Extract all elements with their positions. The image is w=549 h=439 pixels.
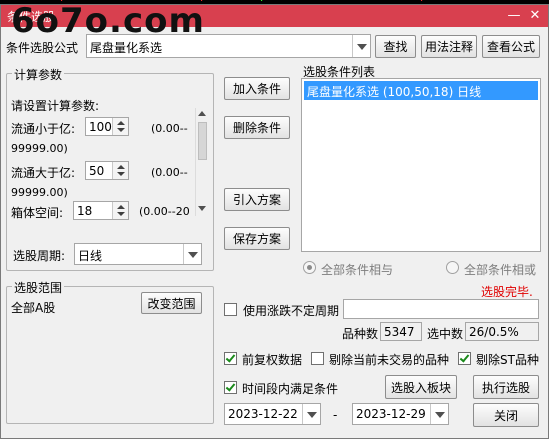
- condition-list-item[interactable]: 尾盘量化系选 (100,50,18) 日线: [304, 81, 538, 100]
- exclude-st-label: 剔除ST品种: [476, 353, 539, 367]
- title-bar[interactable]: 条件选股 6o7o.com — ✕: [1, 1, 548, 41]
- param-label-box-space: 箱体空间:: [11, 206, 64, 220]
- execute-pick-button[interactable]: 执行选股: [473, 375, 539, 399]
- param-value-float-lt: 100: [89, 120, 112, 134]
- condition-list[interactable]: 尾盘量化系选 (100,50,18) 日线: [301, 78, 541, 252]
- count-field: 5347: [380, 322, 422, 341]
- spin-down-icon[interactable]: [117, 128, 125, 132]
- param-spinner-float-lt[interactable]: [112, 118, 128, 135]
- param-input-box-space[interactable]: 18: [73, 201, 129, 220]
- param-range-float-gt: (0.00--: [151, 166, 188, 179]
- close-icon[interactable]: ✕: [524, 6, 546, 25]
- condition-stock-picker-dialog: 条件选股 6o7o.com — ✕ 条件选股公式 尾盘量化系选 查找 用法注释 …: [0, 1, 549, 439]
- end-date-dropdown[interactable]: [430, 404, 448, 424]
- formula-label: 条件选股公式: [6, 41, 79, 55]
- calc-params-title: 计算参数: [12, 66, 65, 83]
- add-condition-button[interactable]: 加入条件: [224, 77, 290, 100]
- formula-dropdown-button[interactable]: [352, 35, 370, 57]
- end-date-value: 2023-12-29: [356, 407, 426, 421]
- change-range-button[interactable]: 改变范围: [141, 292, 202, 314]
- selected-field: 26/0.5%: [465, 322, 539, 341]
- params-prompt: 请设置计算参数:: [11, 99, 100, 113]
- find-button[interactable]: 查找: [375, 35, 416, 58]
- condition-list-item-text: 尾盘量化系选 (100,50,18) 日线: [307, 85, 482, 99]
- chevron-down-icon: [307, 412, 317, 418]
- param-spinner-box-space[interactable]: [112, 202, 128, 219]
- exclude-untraded-label: 剔除当前未交易的品种: [329, 353, 450, 367]
- param-value-float-gt: 50: [89, 164, 105, 178]
- range-group-title: 选股范围: [12, 279, 65, 296]
- period-dropdown-button[interactable]: [183, 244, 201, 264]
- param-range2-float-gt: 99999.00): [11, 186, 68, 199]
- radio-all-and-label: 全部条件相与: [321, 263, 394, 277]
- spin-up-icon[interactable]: [117, 205, 125, 209]
- period-select[interactable]: 日线: [74, 243, 202, 265]
- params-scroll-thumb[interactable]: [198, 122, 207, 160]
- spin-down-icon[interactable]: [117, 212, 125, 216]
- exclude-st-checkbox[interactable]: [458, 352, 471, 365]
- chevron-down-icon: [188, 252, 198, 258]
- end-date-picker[interactable]: 2023-12-29: [352, 403, 449, 425]
- count-value: 5347: [384, 325, 415, 339]
- start-date-picker[interactable]: 2023-12-22: [224, 403, 321, 425]
- spin-down-icon[interactable]: [117, 172, 125, 176]
- param-input-float-lt[interactable]: 100: [85, 117, 129, 136]
- close-button[interactable]: 关闭: [473, 403, 539, 427]
- time-range-checkbox[interactable]: [224, 381, 237, 394]
- param-input-float-gt[interactable]: 50: [85, 161, 129, 180]
- radio-selected-dot: [307, 265, 312, 270]
- view-formula-button[interactable]: 查看公式: [482, 35, 540, 58]
- radio-all-and[interactable]: [303, 261, 316, 274]
- minimize-icon[interactable]: —: [503, 6, 525, 25]
- formula-select-value: 尾盘量化系选: [90, 41, 163, 55]
- use-undetermined-period-label: 使用涨跌不定周期: [243, 304, 340, 318]
- use-undetermined-period-checkbox[interactable]: [224, 303, 237, 316]
- chevron-down-icon: [357, 44, 367, 50]
- param-range-box-space: (0.00--20: [139, 205, 190, 218]
- radio-all-or[interactable]: [446, 261, 459, 274]
- save-scheme-button[interactable]: 保存方案: [224, 227, 290, 250]
- period-label: 选股周期:: [13, 249, 66, 263]
- param-range-float-lt: (0.00--: [151, 122, 188, 135]
- undetermined-period-input[interactable]: [343, 299, 539, 319]
- param-label-float-gt: 流通大于亿:: [11, 166, 76, 180]
- checkmark-icon: [225, 352, 236, 363]
- selected-value: 26/0.5%: [469, 325, 519, 339]
- usage-notes-button[interactable]: 用法注释: [421, 35, 477, 58]
- spin-up-icon[interactable]: [117, 165, 125, 169]
- formula-select[interactable]: 尾盘量化系选: [86, 34, 371, 58]
- params-scrollbar[interactable]: [195, 108, 209, 216]
- checkmark-icon: [225, 381, 236, 392]
- scroll-down-icon[interactable]: [198, 206, 206, 211]
- radio-all-or-label: 全部条件相或: [464, 263, 537, 277]
- spin-up-icon[interactable]: [117, 121, 125, 125]
- pre-adjust-checkbox[interactable]: [224, 352, 237, 365]
- add-to-block-button[interactable]: 选股入板块: [385, 375, 457, 399]
- param-label-float-lt: 流通小于亿:: [11, 122, 76, 136]
- start-date-value: 2023-12-22: [228, 407, 298, 421]
- count-label: 品种数: [342, 327, 379, 341]
- status-text: 选股完毕.: [481, 285, 533, 299]
- param-spinner-float-gt[interactable]: [112, 162, 128, 179]
- date-range-dash: -: [333, 408, 338, 422]
- period-select-value: 日线: [78, 249, 103, 263]
- scroll-up-icon[interactable]: [198, 111, 206, 116]
- import-scheme-button[interactable]: 引入方案: [224, 188, 290, 211]
- param-range2-float-lt: 99999.00): [11, 142, 68, 155]
- start-date-dropdown[interactable]: [302, 404, 320, 424]
- chevron-down-icon: [435, 412, 445, 418]
- exclude-untraded-checkbox[interactable]: [311, 352, 324, 365]
- checkmark-icon: [459, 352, 470, 363]
- range-value: 全部A股: [11, 301, 56, 315]
- param-value-box-space: 18: [77, 204, 93, 218]
- selected-label: 选中数: [427, 327, 464, 341]
- time-range-label: 时间段内满足条件: [242, 382, 339, 396]
- pre-adjust-label: 前复权数据: [242, 353, 303, 367]
- delete-condition-button[interactable]: 删除条件: [224, 116, 290, 139]
